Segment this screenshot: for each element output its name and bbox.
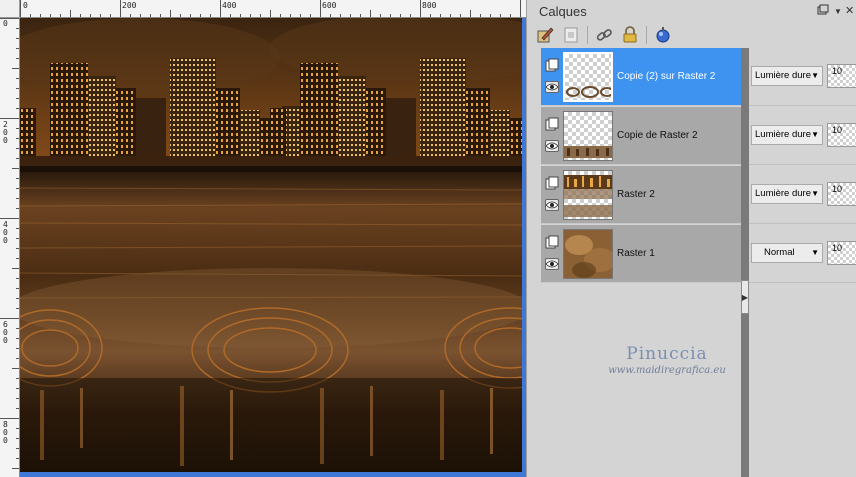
layer-thumbnail <box>563 229 613 279</box>
ruler-corner <box>0 0 20 18</box>
eye-icon[interactable] <box>545 199 559 211</box>
layer-row[interactable]: Copie de Raster 2 <box>541 107 741 165</box>
ruler-label: 800 <box>422 1 437 10</box>
opacity-field[interactable]: 10 <box>827 241 856 265</box>
blend-mode-dropdown[interactable]: Lumière dure ▼ <box>751 184 823 204</box>
blend-mode-value: Normal <box>764 247 795 258</box>
ruler-label: 0 <box>23 1 28 10</box>
panel-dropdown-icon[interactable]: ▼ <box>834 7 842 16</box>
layer-row[interactable]: Copie (2) sur Raster 2 <box>541 48 741 106</box>
opacity-value: 10 <box>832 125 843 135</box>
opacity-field[interactable]: 10 <box>827 123 856 147</box>
layer-thumbnail <box>563 170 613 220</box>
layer-type-icon <box>545 58 559 72</box>
vertical-ruler: 0 2 0 0 4 0 0 6 0 0 8 0 0 <box>0 18 20 477</box>
layer-thumbnail <box>563 111 613 161</box>
layer-type-icon <box>545 176 559 190</box>
blend-mode-dropdown[interactable]: Lumière dure ▼ <box>751 66 823 86</box>
layer-thumbnail <box>563 52 613 102</box>
layers-toolbar <box>535 24 673 46</box>
watermark: Pinuccia www.maidiregrafica.eu <box>567 344 767 376</box>
layer-name: Copie (2) sur Raster 2 <box>617 71 716 82</box>
eye-icon[interactable] <box>545 140 559 152</box>
watermark-name: Pinuccia <box>626 344 708 364</box>
new-vector-layer-icon[interactable] <box>535 25 555 45</box>
toolbar-divider <box>587 26 588 44</box>
layer-effects-icon[interactable] <box>653 25 673 45</box>
ruler-label: 0 <box>3 19 8 28</box>
chevron-down-icon: ▼ <box>811 71 819 80</box>
ruler-label: 600 <box>322 1 337 10</box>
blend-mode-value: Lumière dure <box>755 188 811 199</box>
layer-name: Raster 2 <box>617 189 655 200</box>
blend-mode-value: Lumière dure <box>755 70 811 81</box>
horizontal-ruler: 0 200 400 600 800 <box>20 0 526 18</box>
ruler-label: 200 <box>122 1 137 10</box>
link-layer-icon[interactable] <box>594 25 614 45</box>
ruler-label: 6 0 0 <box>3 320 8 345</box>
layers-palette: Calques ▼ ✕ Copie (2) sur Raster 2 Copie… <box>526 0 856 477</box>
canvas-window: 0 200 400 600 800 0 2 0 0 4 0 0 6 0 0 8 … <box>0 0 526 477</box>
blend-row: Lumière dure ▼ 10 <box>749 166 856 224</box>
opacity-value: 10 <box>832 184 843 194</box>
new-raster-layer-icon[interactable] <box>561 25 581 45</box>
layer-type-icon <box>545 117 559 131</box>
blend-column: Lumière dure ▼ 10 Lumière dure ▼ 10 Lumièr… <box>749 48 856 286</box>
ruler-label: 8 0 0 <box>3 420 8 445</box>
blend-mode-value: Lumière dure <box>755 129 811 140</box>
blend-mode-dropdown[interactable]: Normal ▼ <box>751 243 823 263</box>
chevron-down-icon: ▼ <box>811 189 819 198</box>
layer-row[interactable]: Raster 1 <box>541 225 741 283</box>
chevron-down-icon: ▼ <box>811 130 819 139</box>
panel-menu-icon[interactable] <box>817 4 829 18</box>
blend-row: Lumière dure ▼ 10 <box>749 107 856 165</box>
chevron-right-icon[interactable]: ▶ <box>741 280 749 314</box>
eye-icon[interactable] <box>545 258 559 270</box>
image-canvas[interactable] <box>20 18 522 472</box>
night-city-reflection-artwork <box>20 18 522 472</box>
watermark-url: www.maidiregrafica.eu <box>608 365 726 376</box>
blend-row: Normal ▼ 10 <box>749 225 856 283</box>
toolbar-divider <box>646 26 647 44</box>
ruler-label: 2 0 0 <box>3 120 8 145</box>
chevron-down-icon: ▼ <box>811 248 819 257</box>
blend-mode-dropdown[interactable]: Lumière dure ▼ <box>751 125 823 145</box>
layer-name: Copie de Raster 2 <box>617 130 698 141</box>
close-icon[interactable]: ✕ <box>845 4 854 17</box>
layer-type-icon <box>545 235 559 249</box>
eye-icon[interactable] <box>545 81 559 93</box>
opacity-field[interactable]: 10 <box>827 182 856 206</box>
opacity-field[interactable]: 10 <box>827 64 856 88</box>
opacity-value: 10 <box>832 66 843 76</box>
opacity-value: 10 <box>832 243 843 253</box>
palette-splitter[interactable] <box>741 48 749 477</box>
blend-row: Lumière dure ▼ 10 <box>749 48 856 106</box>
layers-list: Copie (2) sur Raster 2 Copie de Raster 2 <box>541 48 741 286</box>
panel-title: Calques <box>539 4 587 19</box>
lock-layer-icon[interactable] <box>620 25 640 45</box>
layer-name: Raster 1 <box>617 248 655 259</box>
layer-row[interactable]: Raster 2 <box>541 166 741 224</box>
ruler-label: 400 <box>222 1 237 10</box>
ruler-label: 4 0 0 <box>3 220 8 245</box>
